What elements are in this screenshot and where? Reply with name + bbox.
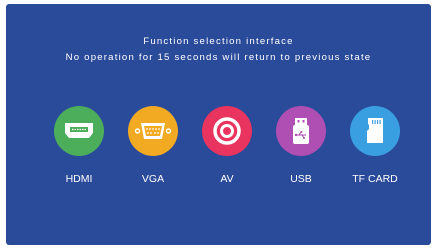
function-selection-screen: Function selection interface No operatio… [6,4,431,245]
source-label: USB [290,173,312,185]
source-list: HDMI VGA AV USB TF CARD [44,106,404,186]
source-tf-card-button[interactable]: TF CARD [340,106,410,186]
header: Function selection interface No operatio… [6,34,431,66]
hdmi-port-icon [54,106,104,156]
source-av-button[interactable]: AV [192,106,262,186]
source-usb-button[interactable]: USB [266,106,336,186]
header-subtitle: No operation for 15 seconds will return … [65,52,372,63]
source-label: AV [220,173,234,185]
source-label: VGA [141,173,165,185]
tf-card-icon [350,106,400,156]
usb-drive-icon [276,106,326,156]
source-label: HDMI [65,173,93,185]
vga-port-icon [128,106,178,156]
source-label: TF CARD [352,173,398,185]
header-title: Function selection interface [143,36,294,47]
source-vga-button[interactable]: VGA [118,106,188,186]
source-hdmi-button[interactable]: HDMI [44,106,114,186]
av-ring-icon [202,106,252,156]
